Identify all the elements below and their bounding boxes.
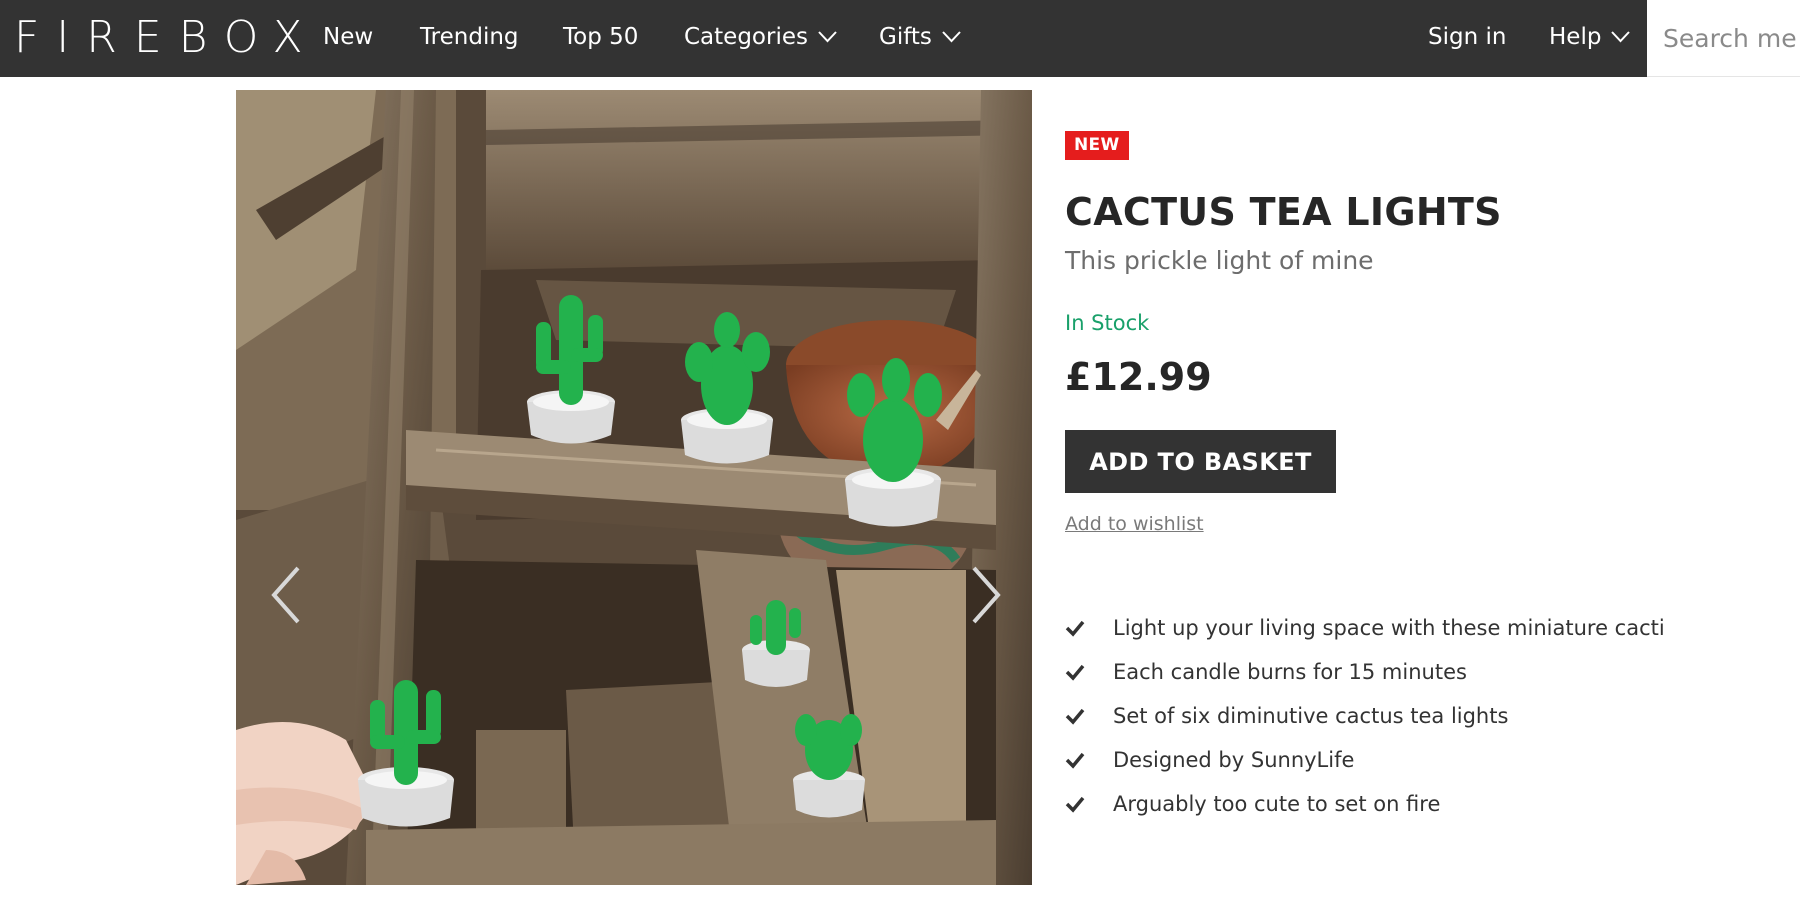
chevron-down-icon (942, 31, 961, 43)
nav-item-new[interactable]: New (323, 22, 373, 52)
checkmark-icon (1065, 664, 1085, 681)
nav-item-top-50[interactable]: Top 50 (563, 22, 638, 52)
help-label: Help (1549, 24, 1602, 50)
checkmark-icon (1065, 620, 1085, 637)
search-input[interactable] (1663, 18, 1800, 58)
add-to-wishlist-link[interactable]: Add to wishlist (1065, 513, 1204, 535)
nav-item-categories[interactable]: Categories (684, 22, 837, 52)
nav-item-label: Gifts (879, 24, 932, 50)
feature-text: Arguably too cute to set on fire (1113, 792, 1441, 816)
add-to-basket-button[interactable]: ADD TO BASKET (1065, 430, 1336, 493)
feature-item: Designed by SunnyLife (1065, 738, 1665, 782)
chevron-right-icon[interactable] (966, 560, 1006, 630)
sign-in-link[interactable]: Sign in (1428, 22, 1506, 52)
sign-in-label: Sign in (1428, 24, 1507, 50)
product-photo[interactable] (236, 90, 1032, 885)
nav-item-label: Trending (420, 24, 519, 50)
nav-item-gifts[interactable]: Gifts (879, 22, 961, 52)
search-box (1647, 0, 1800, 77)
checkmark-icon (1065, 708, 1085, 725)
firebox-logo[interactable]: FIREBOX (14, 14, 320, 62)
product-subtitle: This prickle light of mine (1065, 246, 1374, 275)
feature-list: Light up your living space with these mi… (1065, 606, 1665, 826)
feature-text: Designed by SunnyLife (1113, 748, 1355, 772)
chevron-down-icon (1611, 31, 1631, 43)
feature-item: Each candle burns for 15 minutes (1065, 650, 1665, 694)
nav-item-label: Categories (684, 24, 808, 50)
nav-item-label: Top 50 (563, 24, 639, 50)
product-price: £12.99 (1065, 355, 1212, 399)
product-image-gallery (236, 90, 1032, 885)
feature-text: Set of six diminutive cactus tea lights (1113, 704, 1509, 728)
top-navbar: FIREBOX New Trending Top 50 Categories G… (0, 0, 1647, 77)
nav-item-label: New (323, 24, 374, 50)
new-badge: NEW (1065, 131, 1129, 160)
checkmark-icon (1065, 752, 1085, 769)
help-menu[interactable]: Help (1549, 22, 1631, 52)
feature-text: Light up your living space with these mi… (1113, 616, 1665, 640)
chevron-left-icon[interactable] (266, 560, 306, 630)
feature-item: Arguably too cute to set on fire (1065, 782, 1665, 826)
feature-text: Each candle burns for 15 minutes (1113, 660, 1467, 684)
chevron-down-icon (818, 31, 837, 43)
product-title: CACTUS TEA LIGHTS (1065, 190, 1502, 234)
nav-item-trending[interactable]: Trending (420, 22, 519, 52)
feature-item: Light up your living space with these mi… (1065, 606, 1665, 650)
checkmark-icon (1065, 796, 1085, 813)
stock-status: In Stock (1065, 311, 1150, 335)
feature-item: Set of six diminutive cactus tea lights (1065, 694, 1665, 738)
